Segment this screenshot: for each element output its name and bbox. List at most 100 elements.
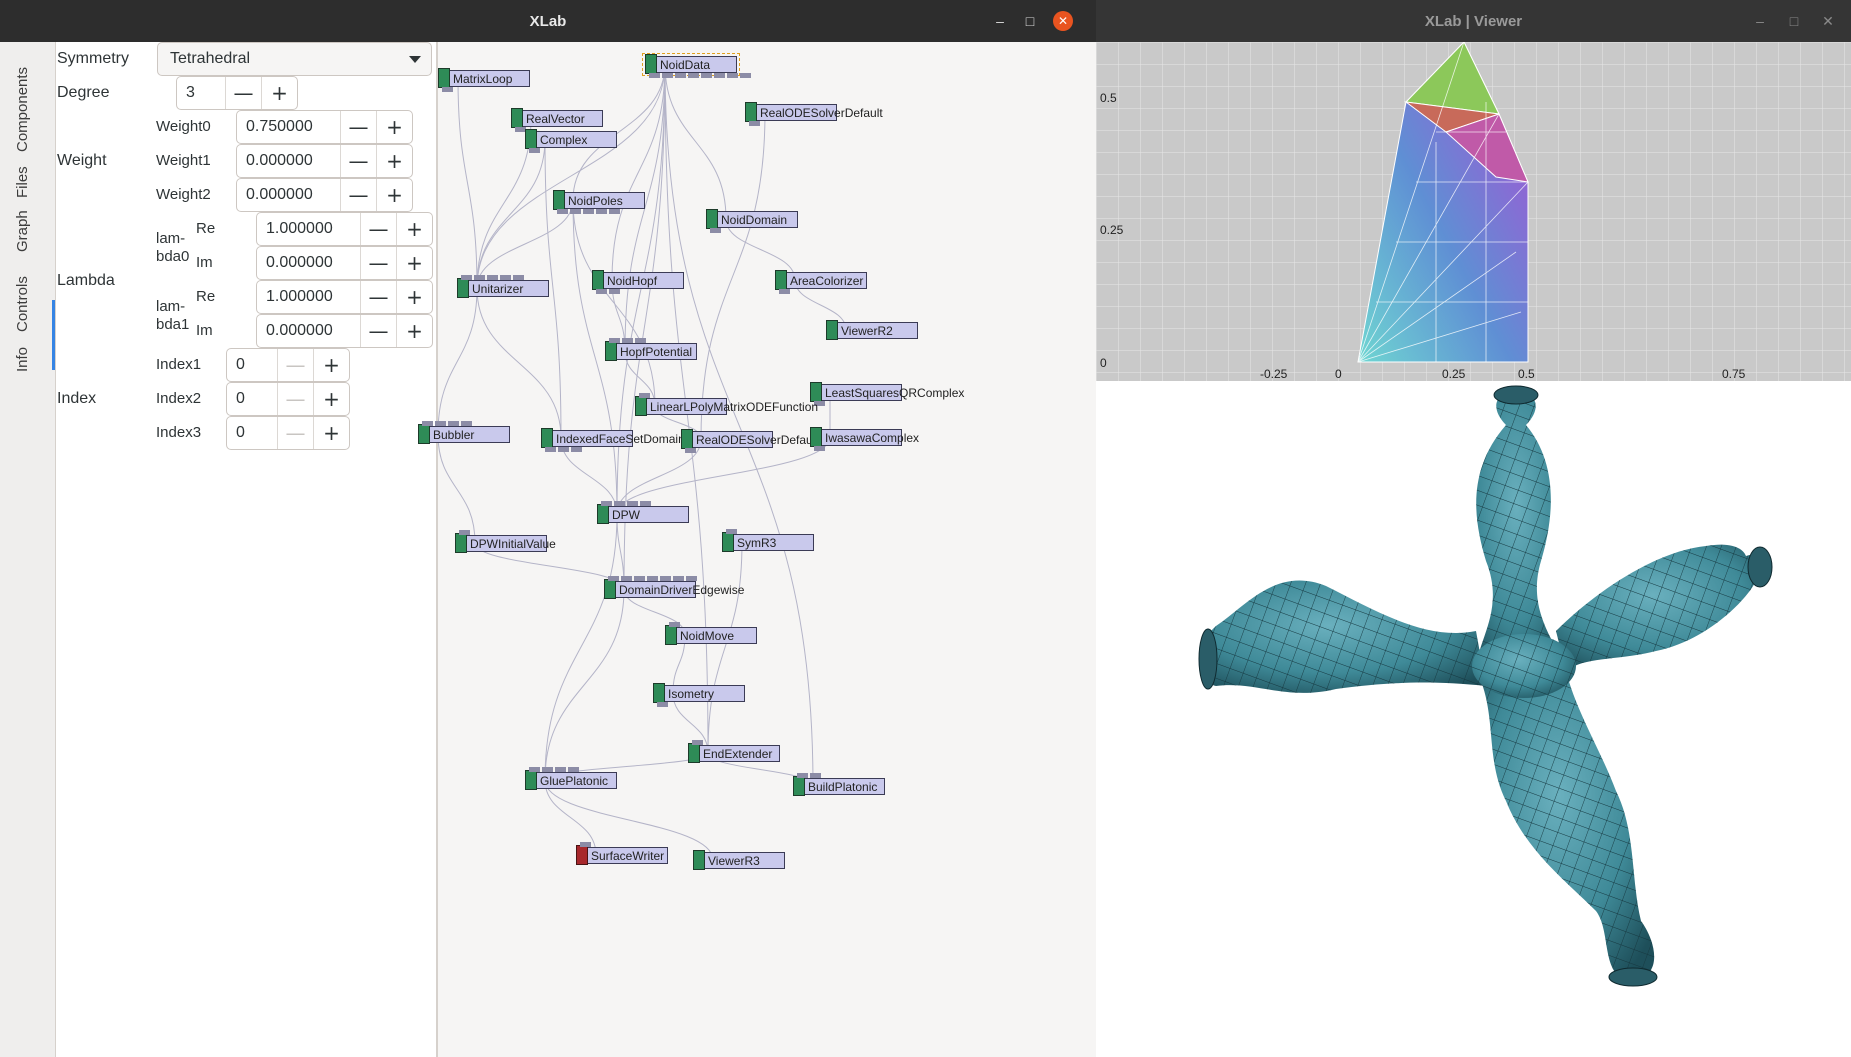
lambda1-re-spinner[interactable]: 1.000000 — + bbox=[256, 280, 433, 314]
lambda0-re-decrement-button[interactable]: — bbox=[360, 213, 396, 245]
lambda0-re-spinner[interactable]: 1.000000 — + bbox=[256, 212, 433, 246]
index1-value[interactable]: 0 bbox=[227, 349, 277, 381]
node-port[interactable] bbox=[635, 338, 646, 343]
graph-node-symr3[interactable]: SymR3 bbox=[722, 532, 814, 552]
node-port[interactable] bbox=[609, 289, 620, 294]
node-port[interactable] bbox=[558, 447, 569, 452]
weight2-value[interactable]: 0.000000 bbox=[237, 179, 340, 211]
viewer-r3-canvas[interactable] bbox=[1096, 381, 1851, 1057]
node-port[interactable] bbox=[529, 767, 540, 772]
graph-node-viewerr3[interactable]: ViewerR3 bbox=[693, 850, 785, 870]
node-port[interactable] bbox=[621, 576, 632, 581]
node-port[interactable] bbox=[448, 421, 459, 426]
node-port[interactable] bbox=[461, 421, 472, 426]
graph-node-linearlpolymatrixodefunction[interactable]: LinearLPolyMatrixODEFunction bbox=[635, 396, 818, 416]
node-port[interactable] bbox=[557, 209, 568, 214]
node-port[interactable] bbox=[662, 73, 673, 78]
maximize-button[interactable]: □ bbox=[1020, 11, 1040, 31]
lambda0-im-spinner[interactable]: 0.000000 — + bbox=[256, 246, 433, 280]
index1-decrement-button[interactable]: — bbox=[277, 349, 313, 381]
index2-value[interactable]: 0 bbox=[227, 383, 277, 415]
node-port[interactable] bbox=[474, 275, 485, 280]
graph-node-realodesolverdefault1[interactable]: RealODESolverDefault1 bbox=[681, 429, 825, 449]
index3-value[interactable]: 0 bbox=[227, 417, 277, 449]
lambda1-im-spinner[interactable]: 0.000000 — + bbox=[256, 314, 433, 348]
lambda1-im-decrement-button[interactable]: — bbox=[360, 315, 396, 347]
tab-components[interactable]: Components bbox=[14, 67, 31, 152]
node-port[interactable] bbox=[669, 622, 680, 627]
graph-node-unitarizer[interactable]: Unitarizer bbox=[457, 278, 549, 298]
weight2-decrement-button[interactable]: — bbox=[340, 179, 376, 211]
graph-node-glueplatonic[interactable]: GluePlatonic bbox=[525, 770, 617, 790]
node-port[interactable] bbox=[740, 73, 751, 78]
node-port[interactable] bbox=[660, 576, 671, 581]
lambda1-re-value[interactable]: 1.000000 bbox=[257, 281, 360, 313]
node-port[interactable] bbox=[555, 767, 566, 772]
weight0-value[interactable]: 0.750000 bbox=[237, 111, 340, 143]
node-port[interactable] bbox=[542, 767, 553, 772]
degree-increment-button[interactable]: + bbox=[261, 77, 297, 109]
weight1-increment-button[interactable]: + bbox=[376, 145, 412, 177]
graph-node-noidmove[interactable]: NoidMove bbox=[665, 625, 757, 645]
node-port[interactable] bbox=[692, 740, 703, 745]
node-port[interactable] bbox=[810, 773, 821, 778]
graph-node-indexedfacesetdomain[interactable]: IndexedFaceSetDomain bbox=[541, 428, 685, 448]
node-port[interactable] bbox=[701, 73, 712, 78]
weight2-increment-button[interactable]: + bbox=[376, 179, 412, 211]
lambda0-im-decrement-button[interactable]: — bbox=[360, 247, 396, 279]
node-port[interactable] bbox=[622, 338, 633, 343]
node-port[interactable] bbox=[640, 501, 651, 506]
node-port[interactable] bbox=[608, 576, 619, 581]
node-port[interactable] bbox=[609, 209, 620, 214]
lambda1-im-increment-button[interactable]: + bbox=[396, 315, 432, 347]
graph-node-dpw[interactable]: DPW bbox=[597, 504, 689, 524]
symmetry-dropdown[interactable]: Tetrahedral bbox=[157, 42, 432, 76]
tab-info[interactable]: Info bbox=[14, 347, 31, 372]
graph-node-leastsquaresqrcomplex[interactable]: LeastSquaresQRComplex bbox=[810, 382, 964, 402]
graph-node-complex[interactable]: Complex bbox=[525, 129, 617, 149]
weight1-decrement-button[interactable]: — bbox=[340, 145, 376, 177]
tab-files[interactable]: Files bbox=[14, 166, 31, 198]
lambda0-im-value[interactable]: 0.000000 bbox=[257, 247, 360, 279]
graph-node-domaindriveredgewise[interactable]: DomainDriverEdgewise bbox=[604, 579, 744, 599]
graph-node-viewerr2[interactable]: ViewerR2 bbox=[826, 320, 918, 340]
lambda0-re-value[interactable]: 1.000000 bbox=[257, 213, 360, 245]
index3-increment-button[interactable]: + bbox=[313, 417, 349, 449]
node-port[interactable] bbox=[647, 576, 658, 581]
node-port[interactable] bbox=[583, 209, 594, 214]
graph-node-realvector[interactable]: RealVector bbox=[511, 108, 603, 128]
node-port[interactable] bbox=[529, 148, 540, 153]
graph-node-hopfpotential[interactable]: HopfPotential bbox=[605, 341, 697, 361]
weight0-spinner[interactable]: 0.750000 — + bbox=[236, 110, 413, 144]
node-port[interactable] bbox=[710, 228, 721, 233]
weight0-increment-button[interactable]: + bbox=[376, 111, 412, 143]
node-port[interactable] bbox=[442, 87, 453, 92]
degree-spinner[interactable]: 3 — + bbox=[176, 76, 298, 110]
graph-node-iwasawacomplex[interactable]: IwasawaComplex bbox=[810, 427, 919, 447]
node-port[interactable] bbox=[685, 448, 696, 453]
lambda1-re-increment-button[interactable]: + bbox=[396, 281, 432, 313]
viewer-minimize-button[interactable]: – bbox=[1750, 11, 1770, 31]
index1-spinner[interactable]: 0 — + bbox=[226, 348, 350, 382]
node-port[interactable] bbox=[634, 576, 645, 581]
node-port[interactable] bbox=[797, 773, 808, 778]
node-port[interactable] bbox=[639, 393, 650, 398]
minimize-button[interactable]: – bbox=[990, 11, 1010, 31]
node-port[interactable] bbox=[714, 73, 725, 78]
node-graph-canvas[interactable]: NoidData MatrixLoop RealVector Complex RealO… bbox=[418, 42, 1096, 1057]
node-port[interactable] bbox=[500, 275, 511, 280]
lambda1-re-decrement-button[interactable]: — bbox=[360, 281, 396, 313]
weight1-spinner[interactable]: 0.000000 — + bbox=[236, 144, 413, 178]
index2-spinner[interactable]: 0 — + bbox=[226, 382, 350, 416]
index1-increment-button[interactable]: + bbox=[313, 349, 349, 381]
node-port[interactable] bbox=[571, 447, 582, 452]
close-button[interactable]: ✕ bbox=[1053, 11, 1073, 31]
index2-increment-button[interactable]: + bbox=[313, 383, 349, 415]
tab-controls[interactable]: Controls bbox=[14, 276, 31, 332]
graph-node-bubbler[interactable]: Bubbler bbox=[418, 424, 510, 444]
node-port[interactable] bbox=[487, 275, 498, 280]
viewer-r2-plot[interactable]: -0.25 0 0.25 0.5 0.75 0.5 0.25 0 bbox=[1096, 41, 1851, 381]
node-port[interactable] bbox=[814, 446, 825, 451]
node-port[interactable] bbox=[596, 209, 607, 214]
viewer-maximize-button[interactable]: □ bbox=[1784, 11, 1804, 31]
